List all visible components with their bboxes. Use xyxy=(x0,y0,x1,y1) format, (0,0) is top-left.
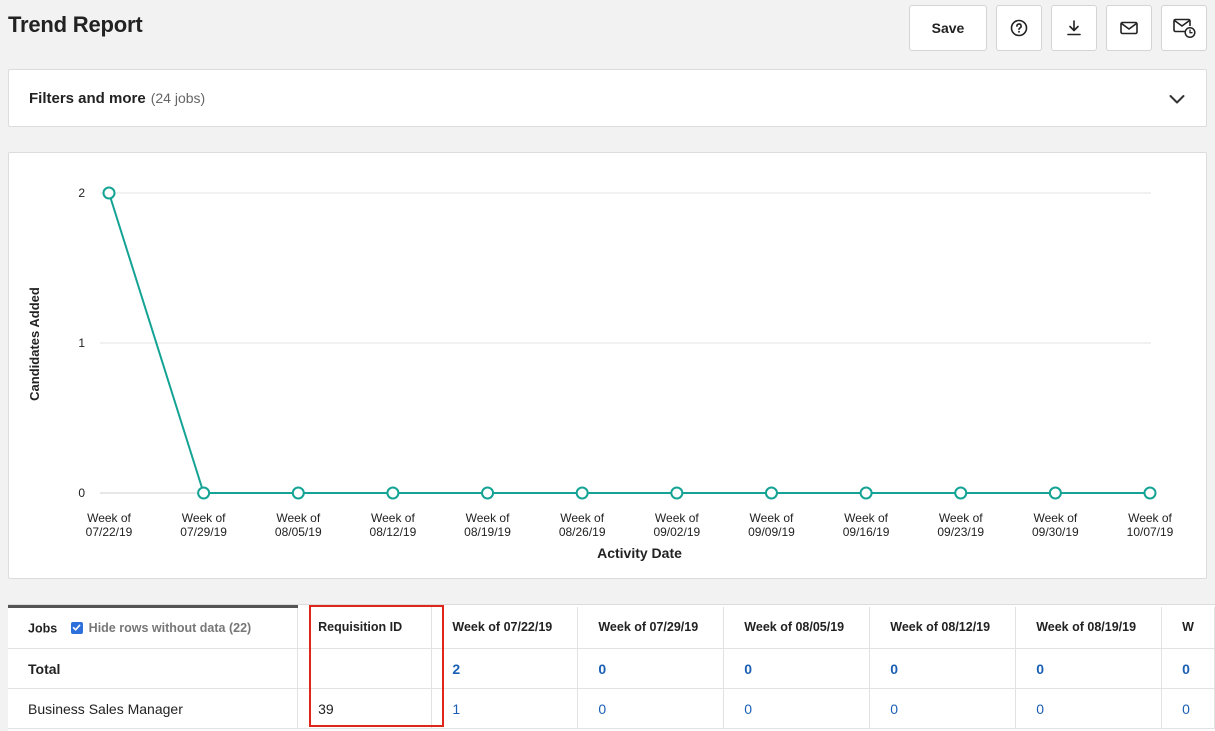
help-icon xyxy=(1010,19,1028,37)
x-tick-label: Week of 08/19/19 xyxy=(464,511,511,539)
data-point xyxy=(670,486,684,500)
x-tick-label: Week of 09/23/19 xyxy=(937,511,984,539)
data-point xyxy=(764,486,778,500)
week-value-cell[interactable]: 0 xyxy=(723,688,871,729)
report-table: Jobs Hide rows without data (22) Requisi… xyxy=(8,604,1215,731)
help-button[interactable] xyxy=(996,5,1042,51)
x-tick-label: Week of 07/29/19 xyxy=(180,511,227,539)
job-name-cell: Business Sales Manager xyxy=(8,688,299,729)
week-value-cell[interactable]: 0 xyxy=(577,688,725,729)
x-tick-label: Week of 08/05/19 xyxy=(275,511,322,539)
requisition-id-header[interactable]: Requisition ID xyxy=(297,606,433,649)
scheduled-email-icon xyxy=(1173,18,1196,39)
checkbox-checked-icon[interactable] xyxy=(70,621,83,634)
chevron-down-icon[interactable] xyxy=(1168,90,1186,108)
data-point xyxy=(1048,486,1062,500)
table-header-row: Jobs Hide rows without data (22) Requisi… xyxy=(8,605,1215,649)
page-title: Trend Report xyxy=(8,12,143,37)
data-point xyxy=(954,486,968,500)
week-value-cell[interactable]: 1 xyxy=(431,688,579,729)
week-value-cell[interactable]: 0 xyxy=(869,688,1017,729)
total-row: Total 2 0 0 0 0 0 xyxy=(8,648,1215,689)
jobs-header-label: Jobs xyxy=(28,621,58,636)
download-icon xyxy=(1067,20,1081,36)
week-value-cell[interactable]: 0 xyxy=(1161,688,1215,729)
jobs-column-header[interactable]: Jobs Hide rows without data (22) xyxy=(8,605,299,649)
data-point xyxy=(481,486,495,500)
email-button[interactable] xyxy=(1106,5,1152,51)
x-tick-label: Week of 08/26/19 xyxy=(559,511,606,539)
x-tick-label: Week of 09/16/19 xyxy=(843,511,890,539)
x-tick-label: Week of 08/12/19 xyxy=(370,511,417,539)
total-requisition-cell xyxy=(297,648,433,689)
chart-svg: 0 1 2 Week of 07/22/19 Week of 07/29/19 Week of… xyxy=(27,186,1174,561)
total-label: Total xyxy=(8,648,299,689)
total-week-value[interactable]: 0 xyxy=(723,648,871,689)
filters-job-count: (24 jobs) xyxy=(150,90,206,106)
week-column-header[interactable]: Week of 07/29/19 xyxy=(577,606,725,649)
hide-rows-toggle[interactable]: Hide rows without data (22) xyxy=(70,620,252,635)
y-tick-label: 2 xyxy=(78,186,85,200)
email-icon xyxy=(1120,21,1138,35)
data-point xyxy=(575,486,589,500)
total-week-value[interactable]: 0 xyxy=(869,648,1017,689)
x-tick-label: Week of 09/02/19 xyxy=(653,511,700,539)
data-point xyxy=(102,186,116,200)
total-week-value[interactable]: 2 xyxy=(431,648,579,689)
x-tick-label: Week of 09/09/19 xyxy=(748,511,795,539)
data-point xyxy=(291,486,305,500)
total-week-value[interactable]: 0 xyxy=(1015,648,1163,689)
x-axis-title: Activity Date xyxy=(597,545,682,561)
data-point xyxy=(197,486,211,500)
download-button[interactable] xyxy=(1051,5,1097,51)
data-point xyxy=(859,486,873,500)
trend-chart: 0 1 2 Week of 07/22/19 Week of 07/29/19 Week of… xyxy=(8,152,1207,579)
hide-rows-label: Hide rows without data (22) xyxy=(88,620,252,635)
requisition-id-cell: 39 xyxy=(297,688,433,729)
toolbar: Save xyxy=(909,5,1207,51)
week-column-header[interactable]: Week of 08/12/19 xyxy=(869,606,1017,649)
week-column-header[interactable]: Week of 07/22/19 xyxy=(431,606,579,649)
total-week-value[interactable]: 0 xyxy=(1161,648,1215,689)
week-column-header[interactable]: Week of 08/05/19 xyxy=(723,606,871,649)
schedule-email-button[interactable] xyxy=(1161,5,1207,51)
save-button[interactable]: Save xyxy=(909,5,987,51)
total-week-value[interactable]: 0 xyxy=(577,648,725,689)
x-tick-label: Week of 10/07/19 xyxy=(1127,511,1174,539)
table-row: Business Sales Manager 39 1 0 0 0 0 0 xyxy=(8,688,1215,729)
y-axis-title: Candidates Added xyxy=(27,287,42,401)
x-tick-label: Week of 09/30/19 xyxy=(1032,511,1079,539)
x-tick-label: Week of 07/22/19 xyxy=(86,511,133,539)
y-tick-label: 0 xyxy=(78,486,85,500)
week-value-cell[interactable]: 0 xyxy=(1015,688,1163,729)
filters-title: Filters and more xyxy=(29,89,146,107)
data-point xyxy=(386,486,400,500)
week-column-header[interactable]: Week of 08/19/19 xyxy=(1015,606,1163,649)
data-point xyxy=(1143,486,1157,500)
filters-panel[interactable]: Filters and more (24 jobs) xyxy=(8,69,1207,127)
week-column-header[interactable]: W xyxy=(1161,606,1215,649)
y-tick-label: 1 xyxy=(78,336,85,350)
